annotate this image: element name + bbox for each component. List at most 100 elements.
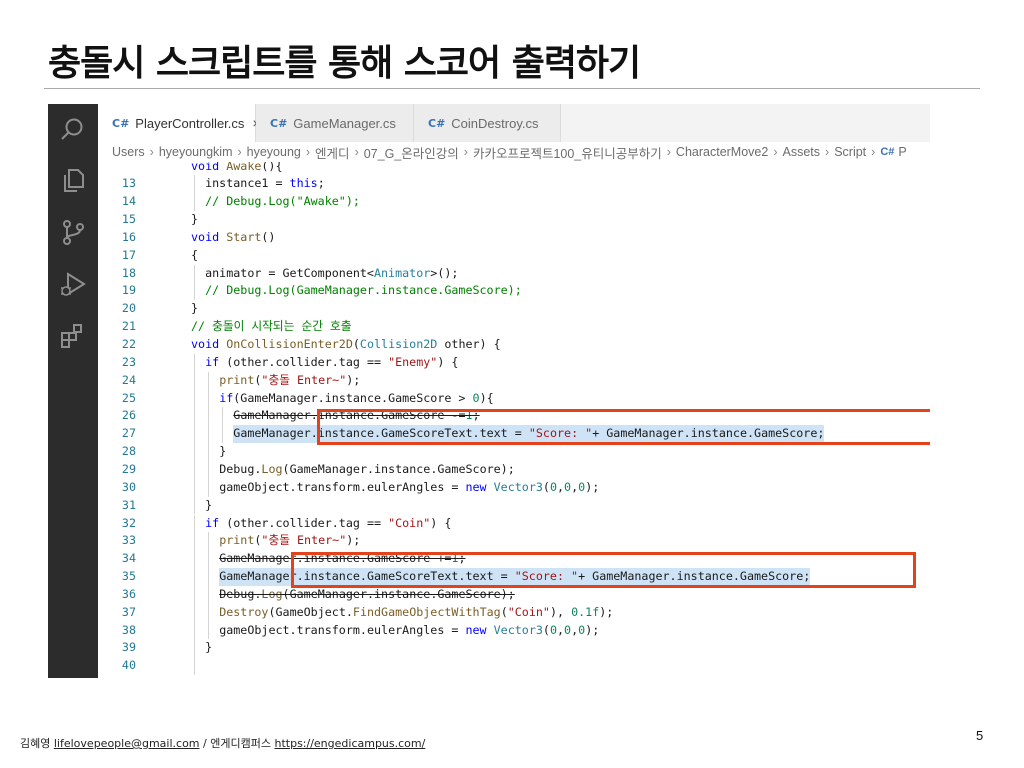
code-text: if (other.collider.tag == "Enemy") { [205,354,459,369]
line-number: 36 [121,586,136,601]
indent-guide [194,282,195,301]
code-text: print("충돌 Enter~"); [219,533,361,548]
indent-guide [194,264,195,283]
footer-email-link[interactable]: lifelovepeople@gmail.com [54,737,200,750]
breadcrumb-item[interactable]: Script [834,145,866,159]
tab-gamemanager[interactable]: C# GameManager.cs [256,104,414,142]
indent-guide [194,193,195,212]
code-text: } [191,301,199,316]
breadcrumb-item[interactable]: P [898,145,906,159]
breadcrumb-item[interactable]: 엔게디 [315,143,350,162]
indent-guide [208,389,210,408]
line-number: 41 [98,675,136,678]
search-icon[interactable] [59,116,87,144]
chevron-right-icon: › [871,145,876,159]
code-line: 14 // Debug.Log("Awake"); [98,193,930,212]
footer-author: 김혜영 [20,737,51,750]
extensions-icon[interactable] [59,322,87,350]
editor-tabs: C# PlayerController.cs × C# GameManager.… [98,104,930,142]
code-line: 30 gameObject.transform.eulerAngles = new… [98,478,930,497]
code-line: 16 void Start() [98,229,930,247]
line-number: 16 [121,229,136,244]
line-number: 25 [121,390,136,405]
code-line: 36 Debug.Log(GameManager.instance.GameSco… [98,585,930,604]
code-line: 18 animator = GetComponent<Animator>(); [98,264,930,283]
breadcrumb-item[interactable]: 07_G_온라인강의 [364,143,459,162]
indent-guide [208,425,210,444]
code-text: gameObject.transform.eulerAngles = new V… [219,479,600,494]
line-number: 34 [121,551,136,566]
files-icon[interactable] [59,166,87,194]
breadcrumb-item[interactable]: 카카오프로젝트100_유티니공부하기 [473,143,662,162]
indent-guide [194,443,195,461]
code-line: 22 void OnCollisionEnter2D(Collision2D ot… [98,336,930,354]
code-editor-screenshot: C# PlayerController.cs × C# GameManager.… [48,104,930,678]
line-number: 26 [121,408,136,423]
code-text: { [191,247,199,262]
breadcrumb-item[interactable]: Assets [783,145,821,159]
line-number: 32 [121,515,136,530]
highlight-box-line-35 [291,552,916,588]
indent-guide [194,550,195,569]
code-text: Debug.Log(GameManager.instance.GameScore… [219,586,515,601]
indent-guide [208,443,210,461]
indent-guide [194,657,195,676]
indent-guide [194,603,195,622]
line-number: 28 [121,444,136,459]
code-line: 39} [98,639,930,658]
code-text: } [191,675,198,678]
csharp-file-icon: C# [428,116,446,130]
chevron-right-icon: › [825,145,830,159]
code-text: if(GameManager.instance.GameScore > 0){ [219,390,494,405]
breadcrumb-item[interactable]: hyeyoungkim [159,145,233,159]
line-number: 18 [121,265,136,280]
chevron-right-icon: › [237,145,242,159]
breadcrumb-item[interactable]: Users [112,145,145,159]
indent-guide [222,425,224,444]
indent-guide [194,496,195,515]
breadcrumb-item[interactable]: hyeyoung [247,145,301,159]
line-number: 15 [121,212,136,227]
indent-guide [208,550,210,569]
tab-coindestroy[interactable]: C# CoinDestroy.cs [414,104,561,142]
indent-guide [194,639,195,658]
code-line: 23 if (other.collider.tag == "Enemy") { [98,353,930,372]
line-number: 22 [121,337,136,351]
indent-guide [194,568,195,586]
code-text: void Awake(){ [191,162,283,173]
code-line: 15} [98,211,930,229]
indent-guide [194,175,195,194]
csharp-file-icon: C# [112,116,130,130]
code-line: 29 Debug.Log(GameManager.instance.GameSco… [98,460,930,479]
line-number: 39 [121,640,136,655]
tab-playercontroller[interactable]: C# PlayerController.cs × [98,104,261,142]
source-control-icon[interactable] [59,218,87,246]
footer-url-link[interactable]: https://engedicampus.com/ [274,737,425,750]
code-line: 38 gameObject.transform.eulerAngles = new… [98,621,930,640]
indent-guide [208,460,210,479]
code-line: 31} [98,496,930,515]
breadcrumb-item[interactable]: CharacterMove2 [676,145,768,159]
run-debug-icon[interactable] [59,270,87,298]
line-number: 38 [121,622,136,637]
code-text: } [205,497,213,512]
code-line: 13 instance1 = this; [98,175,930,194]
indent-guide [194,371,195,390]
line-number: 35 [121,569,136,584]
line-number: 40 [121,658,136,673]
code-line: 17 { [98,247,930,265]
code-line: 19 // Debug.Log(GameManager.instance.Game… [98,282,930,301]
code-text: Debug.Log(GameManager.instance.GameScore… [219,461,515,476]
indent-guide [208,568,210,586]
chevron-right-icon: › [666,145,671,159]
csharp-file-icon: C# [880,146,895,158]
indent-guide [194,585,195,604]
indent-guide [208,621,210,640]
indent-guide [208,603,210,622]
code-line: 28} [98,443,930,461]
page-number: 5 [976,728,984,743]
indent-guide [194,389,195,408]
line-number: 37 [121,604,136,619]
code-text: // Debug.Log("Awake"); [205,194,360,209]
code-area[interactable]: 41}4039}38gameObject.transform.eulerAngl… [98,162,930,678]
